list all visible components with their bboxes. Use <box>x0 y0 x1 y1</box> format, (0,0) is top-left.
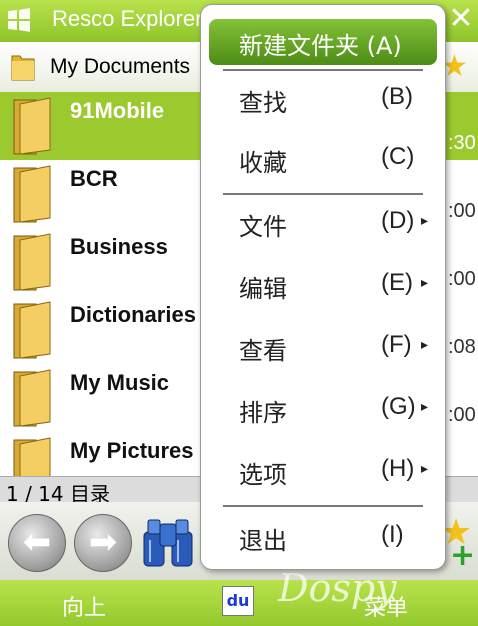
menu-separator <box>223 505 423 507</box>
close-icon[interactable]: ✕ <box>444 0 478 40</box>
menu-item-label: 收藏 <box>239 149 287 177</box>
file-name: Dictionaries <box>70 302 196 327</box>
menu-separator <box>223 193 423 195</box>
menu-item-accel: (B) <box>381 83 413 110</box>
file-time: :00 <box>448 404 476 426</box>
file-name: My Pictures <box>70 438 194 463</box>
file-name: 91Mobile <box>70 98 165 123</box>
submenu-arrow-icon: ▸ <box>421 337 429 353</box>
binoculars-icon[interactable] <box>140 516 196 570</box>
current-path[interactable]: My Documents <box>50 55 190 79</box>
file-name: My Music <box>70 370 170 395</box>
menu-item-label: 编辑 <box>239 275 287 303</box>
folder-icon <box>13 437 51 476</box>
watermark-text: Dospy <box>278 566 397 610</box>
forward-button[interactable]: ➡ <box>74 514 132 572</box>
menu-item-accel: (H) <box>381 455 415 482</box>
file-time: :00 <box>448 200 476 222</box>
menu-item-file[interactable]: 文件 (D) ▸ <box>201 197 445 251</box>
folder-icon <box>13 97 51 155</box>
folder-icon <box>13 369 51 427</box>
menu-item-label: 选项 <box>239 461 287 489</box>
menu-item-label: 退出 <box>239 527 287 555</box>
menu-item-label: 排序 <box>239 399 287 427</box>
arrow-right-icon: ➡ <box>88 522 118 562</box>
menu-item-accel: (G) <box>381 393 416 420</box>
submenu-arrow-icon: ▸ <box>421 213 429 229</box>
menu-item-options[interactable]: 选项 (H) ▸ <box>201 445 445 499</box>
context-menu: 新建文件夹 (A) 查找 (B) 收藏 (C) 文件 (D) ▸ 编辑 (E) … <box>200 4 446 570</box>
folder-icon <box>13 301 51 359</box>
softkey-up[interactable]: 向上 <box>62 590 106 622</box>
file-time: :00 <box>448 268 476 290</box>
folder-icon <box>13 233 51 291</box>
menu-item-accel: (C) <box>381 143 415 170</box>
menu-item-accel: (D) <box>381 207 415 234</box>
window-title: Resco Explorer <box>52 6 203 31</box>
menu-item-accel: (I) <box>381 521 404 548</box>
baidu-du-icon[interactable]: du <box>222 586 254 616</box>
submenu-arrow-icon: ▸ <box>421 461 429 477</box>
windows-logo-icon[interactable] <box>6 7 32 33</box>
menu-item-edit[interactable]: 编辑 (E) ▸ <box>201 259 445 313</box>
menu-item-label: 文件 <box>239 213 287 241</box>
menu-item-sort[interactable]: 排序 (G) ▸ <box>201 383 445 437</box>
file-time: :08 <box>448 336 476 358</box>
menu-item-new-folder[interactable]: 新建文件夹 (A) <box>209 19 437 65</box>
menu-item-label: 新建文件夹 (A) <box>239 32 402 60</box>
menu-item-accel: (E) <box>381 269 413 296</box>
menu-item-exit[interactable]: 退出 (I) <box>201 511 445 565</box>
file-time: :30 <box>448 132 476 154</box>
file-name: BCR <box>70 166 118 191</box>
menu-item-view[interactable]: 查看 (F) ▸ <box>201 321 445 375</box>
folder-icon <box>11 55 35 81</box>
menu-separator <box>223 69 423 71</box>
menu-item-label: 查看 <box>239 337 287 365</box>
submenu-arrow-icon: ▸ <box>421 275 429 291</box>
menu-item-accel: (F) <box>381 331 412 358</box>
folder-icon <box>13 165 51 223</box>
menu-item-favorites[interactable]: 收藏 (C) <box>201 133 445 187</box>
back-button[interactable]: ⬅ <box>8 514 66 572</box>
file-name: Business <box>70 234 168 259</box>
submenu-arrow-icon: ▸ <box>421 399 429 415</box>
plus-icon: + <box>450 538 476 573</box>
arrow-left-icon: ⬅ <box>22 522 52 562</box>
menu-item-find[interactable]: 查找 (B) <box>201 73 445 127</box>
menu-item-label: 查找 <box>239 89 287 117</box>
softkey-bar: 向上 du 菜单 <box>0 580 478 626</box>
